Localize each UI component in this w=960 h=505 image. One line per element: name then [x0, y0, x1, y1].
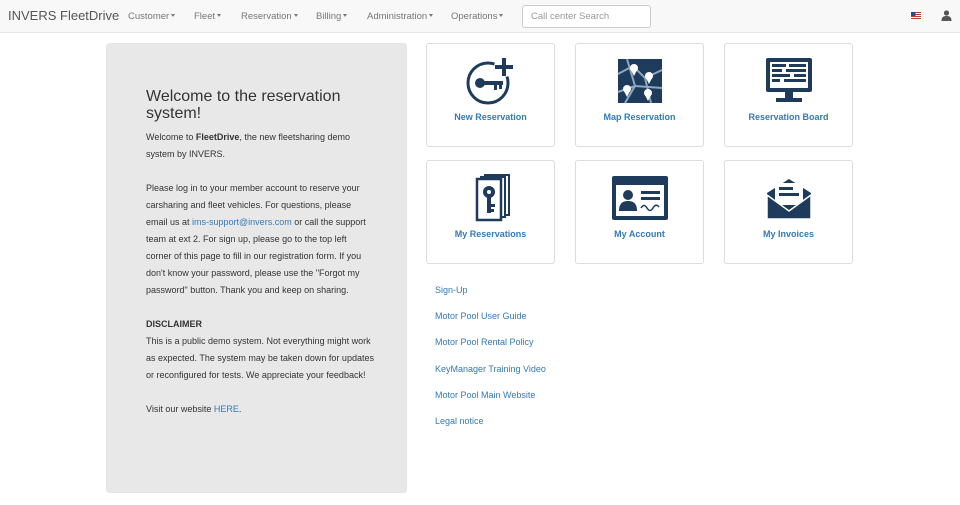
nav-billing-label: Billing — [316, 11, 342, 22]
nav-fleet-label: Fleet — [194, 11, 216, 22]
tile-label: My Reservations — [454, 229, 527, 239]
nav-administration-label: Administration — [367, 11, 428, 22]
map-pins-icon — [617, 58, 663, 104]
nav-operations-label: Operations — [451, 11, 498, 22]
tile-label: Reservation Board — [748, 112, 829, 122]
login-text-end: or call the support team at ext 2. For s… — [146, 217, 366, 295]
disclaimer-text: This is a public demo system. Not everyt… — [146, 336, 374, 380]
welcome-intro: Welcome to FleetDrive, the new fleetshar… — [146, 129, 374, 163]
envelope-icon — [766, 179, 812, 220]
support-email-link[interactable]: ims-support@invers.com — [192, 217, 292, 227]
tile-map-reservation[interactable]: Map Reservation — [575, 43, 704, 147]
user-icon[interactable] — [941, 10, 952, 21]
call-center-search-input[interactable] — [522, 5, 651, 28]
link-rental-policy[interactable]: Motor Pool Rental Policy — [435, 337, 534, 347]
tile-reservation-board[interactable]: Reservation Board — [724, 43, 853, 147]
top-navbar: INVERS FleetDrive Customer Fleet Reserva… — [0, 0, 960, 33]
caret-down-icon — [343, 14, 348, 17]
link-training-video[interactable]: KeyManager Training Video — [435, 364, 546, 374]
nav-reservation-label: Reservation — [241, 11, 292, 22]
intro-product-name: FleetDrive — [195, 132, 240, 142]
key-cards-icon — [475, 174, 510, 222]
welcome-panel: Welcome to the reservation system! Welco… — [106, 43, 407, 493]
link-sign-up[interactable]: Sign-Up — [435, 285, 468, 295]
nav-administration[interactable]: Administration — [367, 11, 434, 22]
nav-customer-label: Customer — [128, 11, 170, 22]
caret-down-icon — [429, 14, 434, 17]
nav-operations[interactable]: Operations — [451, 11, 504, 22]
link-user-guide[interactable]: Motor Pool User Guide — [435, 311, 527, 321]
caret-down-icon — [171, 14, 176, 17]
tile-label: Map Reservation — [603, 112, 676, 122]
link-legal-notice[interactable]: Legal notice — [435, 416, 484, 426]
tile-new-reservation[interactable]: New Reservation — [426, 43, 555, 147]
nav-customer[interactable]: Customer — [128, 11, 176, 22]
intro-text: Welcome to — [146, 132, 196, 142]
brand-logo[interactable]: INVERS FleetDrive — [8, 8, 119, 23]
monitor-board-icon — [766, 58, 812, 102]
website-visit: Visit our website HERE. — [146, 401, 374, 418]
tile-my-invoices[interactable]: My Invoices — [724, 160, 853, 264]
website-here-link[interactable]: HERE — [214, 404, 239, 414]
nav-billing[interactable]: Billing — [316, 11, 348, 22]
key-plus-icon — [466, 57, 514, 105]
id-card-icon — [612, 176, 668, 220]
caret-down-icon — [217, 14, 222, 17]
visit-text: Visit our website — [146, 404, 214, 414]
tile-label: My Invoices — [762, 229, 815, 239]
tile-my-account[interactable]: My Account — [575, 160, 704, 264]
tile-label: My Account — [614, 229, 665, 239]
nav-reservation[interactable]: Reservation — [241, 11, 298, 22]
welcome-login-info: Please log in to your member account to … — [146, 180, 374, 299]
caret-down-icon — [293, 14, 298, 17]
nav-fleet[interactable]: Fleet — [194, 11, 222, 22]
disclaimer-heading: DISCLAIMER — [146, 319, 202, 329]
us-flag-icon[interactable] — [911, 12, 921, 19]
visit-text-end: . — [238, 404, 242, 414]
tile-label: New Reservation — [454, 112, 527, 122]
link-main-website[interactable]: Motor Pool Main Website — [435, 390, 535, 400]
caret-down-icon — [499, 14, 504, 17]
tile-my-reservations[interactable]: My Reservations — [426, 160, 555, 264]
welcome-title: Welcome to the reservation system! — [146, 88, 341, 122]
